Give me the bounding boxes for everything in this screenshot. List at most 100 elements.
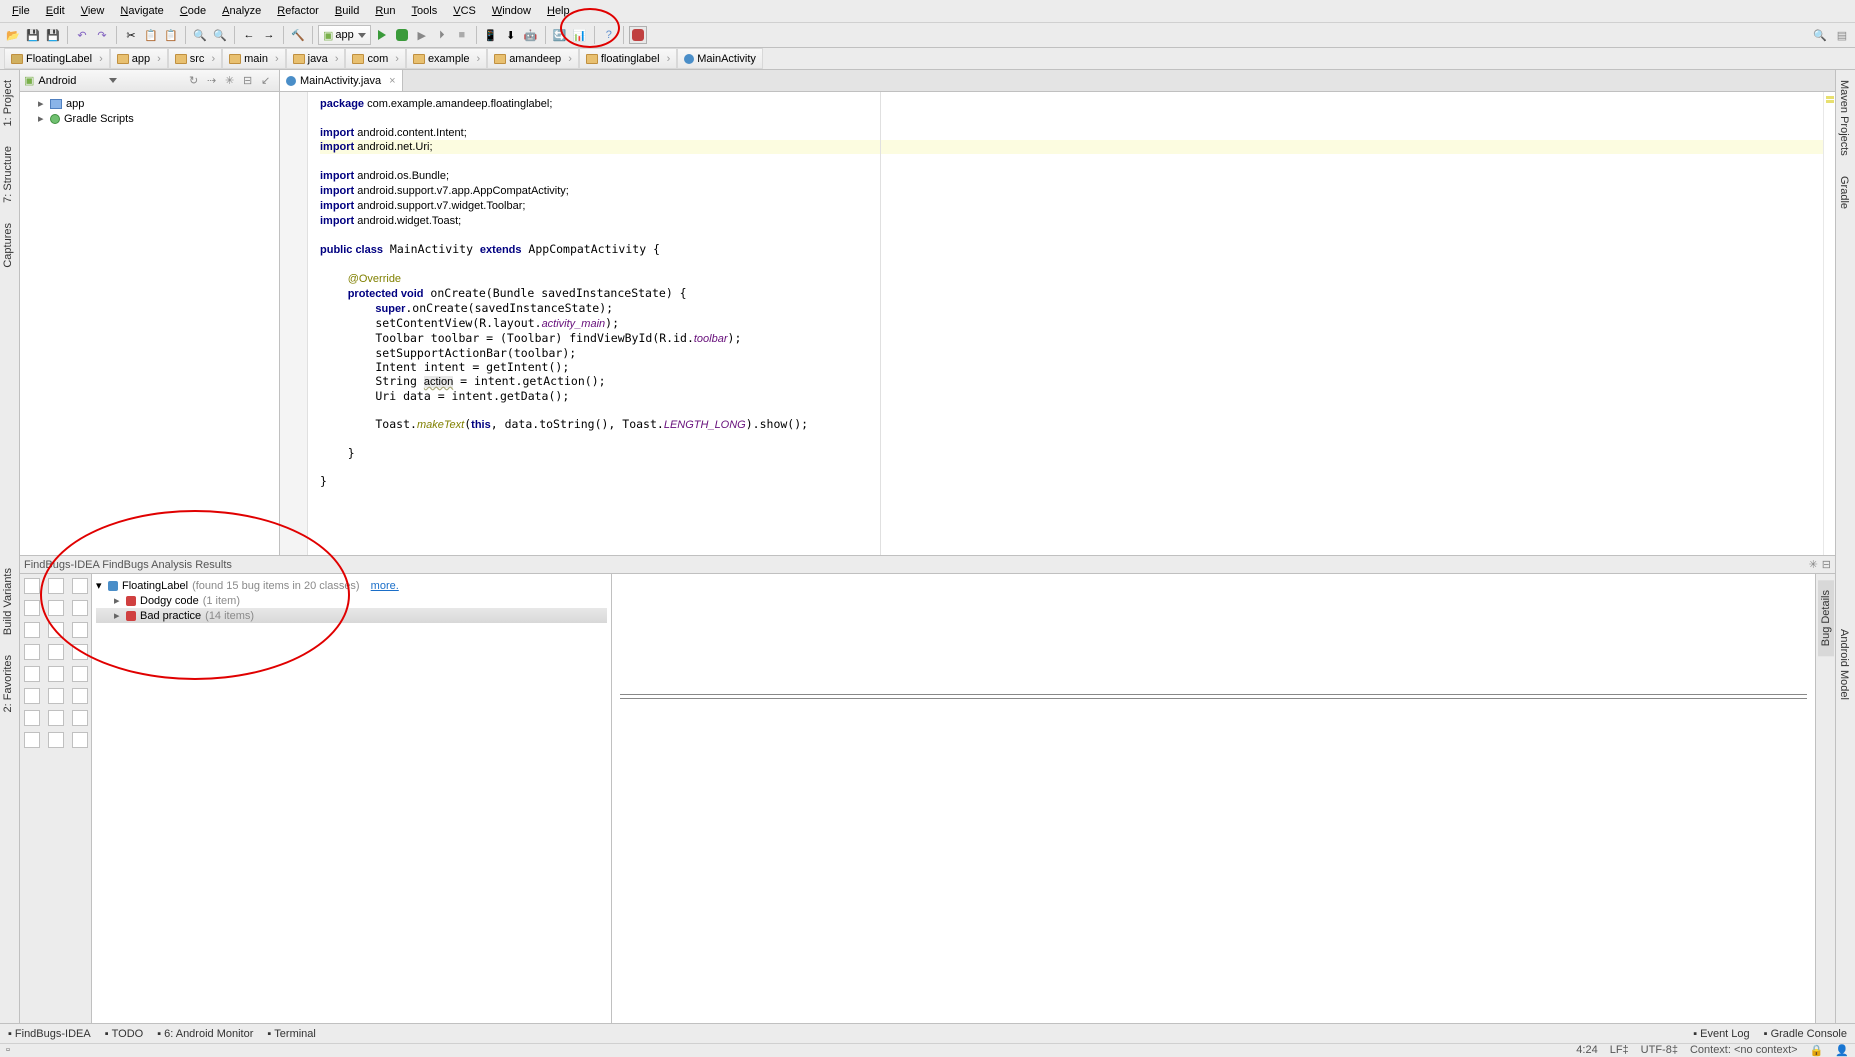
hide-icon[interactable]: ⊟ [1822,558,1831,571]
redo-icon[interactable]: ↷ [93,26,111,44]
run-icon[interactable] [373,26,391,44]
findbugs-tool-button[interactable] [24,732,40,748]
breadcrumb-item[interactable]: example [406,48,487,69]
editor-tab[interactable]: MainActivity.java × [280,70,403,91]
breadcrumb-item[interactable]: app [110,48,168,69]
findbugs-tool-button[interactable] [48,666,64,682]
gear-icon[interactable]: ✳ [1809,558,1818,571]
menu-file[interactable]: File [4,3,38,19]
findbugs-tool-button[interactable] [24,644,40,660]
menu-vcs[interactable]: VCS [445,3,484,19]
bug-details-tab[interactable]: Bug Details [1818,580,1834,656]
findbugs-tool-button[interactable] [24,578,40,594]
cut-icon[interactable]: ✂ [122,26,140,44]
expand-icon[interactable]: ▸ [38,112,46,125]
lock-icon[interactable]: 🔒 [1810,1044,1824,1057]
tree-item-app[interactable]: ▸ app [24,96,275,111]
breadcrumb-item[interactable]: FloatingLabel [4,48,110,69]
help-icon[interactable]: ? [600,26,618,44]
breadcrumb-item[interactable]: amandeep [487,48,579,69]
ddms-icon[interactable]: 🤖 [522,26,540,44]
findbugs-tool-button[interactable] [72,666,88,682]
tool-window-button[interactable]: Maven Projects [1836,70,1852,166]
breadcrumb-item[interactable]: main [222,48,286,69]
tool-window-button[interactable]: Gradle [1836,166,1852,219]
close-tab-icon[interactable]: × [389,75,395,87]
caret-position[interactable]: 4:24 [1576,1044,1597,1056]
structure-icon[interactable]: 📊 [571,26,589,44]
menu-window[interactable]: Window [484,3,539,19]
bottom-tool-tab[interactable]: ▪TODO [105,1028,143,1040]
findbugs-tool-button[interactable] [24,600,40,616]
findbugs-tree[interactable]: ▾ FloatingLabel (found 15 bug items in 2… [92,574,612,1030]
menu-tools[interactable]: Tools [404,3,446,19]
findbugs-tool-button[interactable] [72,622,88,638]
findbugs-tool-button[interactable] [24,666,40,682]
collapse-icon[interactable]: ↻ [189,74,203,88]
findbugs-tool-button[interactable] [48,732,64,748]
avd-icon[interactable]: 📱 [482,26,500,44]
marker-stripe[interactable] [1823,92,1835,555]
code-area[interactable]: package com.example.amandeep.floatinglab… [320,92,1823,555]
minimize-icon[interactable]: ↙ [261,74,275,88]
findbugs-more-link[interactable]: more. [371,580,399,592]
tree-item-gradle[interactable]: ▸ Gradle Scripts [24,111,275,126]
menu-navigate[interactable]: Navigate [112,3,171,19]
run-config-selector[interactable]: ▣ app [318,25,371,45]
expand-icon[interactable]: ▸ [114,594,122,607]
findbugs-tool-button[interactable] [48,578,64,594]
findbugs-category[interactable]: ▸Dodgy code (1 item) [96,593,607,608]
save-icon[interactable]: 💾 [24,26,42,44]
bottom-tool-tab[interactable]: ▪FindBugs-IDEA [8,1028,91,1040]
menu-refactor[interactable]: Refactor [269,3,327,19]
tool-window-button[interactable]: 7: Structure [0,136,16,213]
tool-window-button[interactable]: Build Variants [0,558,16,645]
search-everywhere-icon[interactable]: 🔍 [1811,26,1829,44]
editor-body[interactable]: package com.example.amandeep.floatinglab… [280,92,1835,555]
breadcrumb-item[interactable]: java [286,48,346,69]
project-tree[interactable]: ▸ app ▸ Gradle Scripts [20,92,279,130]
menu-analyze[interactable]: Analyze [214,3,269,19]
collapse-icon[interactable]: ▾ [96,579,104,592]
replace-icon[interactable]: 🔍 [211,26,229,44]
findbugs-toolbar-icon[interactable] [629,26,647,44]
find-icon[interactable]: 🔍 [191,26,209,44]
open-icon[interactable]: 📂 [4,26,22,44]
findbugs-tool-button[interactable] [24,622,40,638]
status-icon[interactable]: ▫ [6,1044,10,1056]
attach-debugger-icon[interactable]: ⏵ [433,26,451,44]
findbugs-tool-button[interactable] [24,710,40,726]
sync-icon[interactable]: 🔄 [551,26,569,44]
sdk-icon[interactable]: ⬇ [502,26,520,44]
findbugs-tool-button[interactable] [72,644,88,660]
expand-icon[interactable]: ▸ [114,609,122,622]
project-view-selector[interactable]: Android [38,75,102,87]
menu-help[interactable]: Help [539,3,578,19]
findbugs-category[interactable]: ▸Bad practice (14 items) [96,608,607,623]
findbugs-tool-button[interactable] [72,732,88,748]
breadcrumb-item[interactable]: src [168,48,222,69]
findbugs-tool-button[interactable] [48,688,64,704]
scroll-from-icon[interactable]: ⇢ [207,74,221,88]
expand-icon[interactable]: ▸ [38,97,46,110]
findbugs-tool-button[interactable] [24,688,40,704]
tool-window-button[interactable]: Android Model [1836,619,1852,710]
undo-icon[interactable]: ↶ [73,26,91,44]
findbugs-root[interactable]: ▾ FloatingLabel (found 15 bug items in 2… [96,578,607,593]
debug-icon[interactable] [393,26,411,44]
line-ending[interactable]: LF‡ [1610,1044,1629,1056]
menu-code[interactable]: Code [172,3,214,19]
findbugs-tool-button[interactable] [72,688,88,704]
findbugs-tool-button[interactable] [48,644,64,660]
encoding[interactable]: UTF-8‡ [1641,1044,1678,1056]
breadcrumb-item[interactable]: MainActivity [677,48,763,69]
hide-icon[interactable]: ⊟ [243,74,257,88]
menu-run[interactable]: Run [367,3,403,19]
tool-window-button[interactable]: 1: Project [0,70,16,136]
run-coverage-icon[interactable]: ▶ [413,26,431,44]
copy-icon[interactable]: 📋 [142,26,160,44]
stop-icon[interactable]: ■ [453,26,471,44]
breadcrumb-item[interactable]: floatinglabel [579,48,677,69]
bottom-tool-tab[interactable]: ▪Terminal [267,1028,315,1040]
back-icon[interactable]: ← [240,26,258,44]
